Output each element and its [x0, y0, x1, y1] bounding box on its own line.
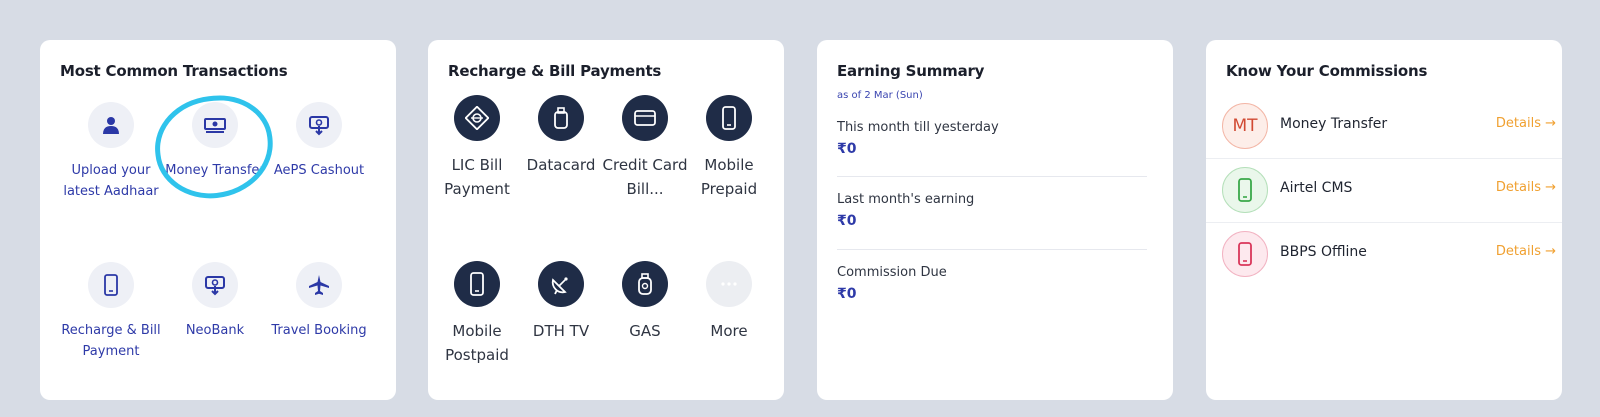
datacard-item[interactable]: Datacard — [518, 95, 604, 177]
card-title: Recharge & Bill Payments — [448, 62, 662, 80]
airplane-icon — [296, 262, 342, 308]
details-link[interactable]: Details → — [1496, 180, 1556, 195]
card-title: Know Your Commissions — [1226, 62, 1428, 80]
mobile-icon — [454, 261, 500, 307]
user-icon — [88, 102, 134, 148]
satellite-dish-icon — [538, 261, 584, 307]
commission-name: Airtel CMS — [1280, 180, 1353, 196]
mobile-icon — [1222, 231, 1268, 277]
neobank-label: NeoBank — [185, 323, 245, 338]
avatar: MT — [1222, 103, 1268, 149]
earning-summary-card: Earning Summary as of 2 Mar (Sun) This m… — [817, 40, 1173, 400]
earning-row-commission-due: Commission Due ₹0 — [837, 265, 1147, 302]
more-label: More — [710, 322, 748, 340]
commission-name: BBPS Offline — [1280, 244, 1367, 260]
lic-bill-payment-item[interactable]: LIC Bill Payment — [434, 95, 520, 201]
mobile-postpaid-item[interactable]: Mobile Postpaid — [434, 261, 520, 367]
aeps-cashout-item[interactable]: AePS Cashout — [264, 102, 374, 181]
earning-row-last-month: Last month's earning ₹0 — [837, 192, 1147, 229]
earning-label: Last month's earning — [837, 192, 975, 207]
gas-label: GAS — [629, 322, 661, 340]
card-title: Most Common Transactions — [60, 62, 288, 80]
more-item[interactable]: More — [686, 261, 772, 343]
datacard-icon — [538, 95, 584, 141]
earning-value: ₹0 — [837, 141, 857, 157]
cash-withdraw-icon — [296, 102, 342, 148]
earning-row-this-month: This month till yesterday ₹0 — [837, 120, 1147, 157]
upload-aadhaar-item[interactable]: Upload your latest Aadhaar — [56, 102, 166, 202]
upload-aadhaar-label: Upload your latest Aadhaar — [63, 163, 159, 199]
aeps-cashout-label: AePS Cashout — [273, 163, 365, 178]
know-your-commissions-card: Know Your Commissions MT Money Transfer … — [1206, 40, 1562, 400]
gas-cylinder-icon — [622, 261, 668, 307]
commission-row-money-transfer: MT Money Transfer Details → — [1206, 95, 1562, 159]
more-dots-icon — [706, 261, 752, 307]
mobile-postpaid-label: Mobile Postpaid — [445, 322, 509, 364]
credit-card-bill-item[interactable]: Credit Card Bill... — [602, 95, 688, 201]
neobank-item[interactable]: NeoBank — [160, 262, 270, 341]
earning-value: ₹0 — [837, 286, 857, 302]
recharge-bill-item[interactable]: Recharge & Bill Payment — [56, 262, 166, 362]
travel-booking-item[interactable]: Travel Booking — [264, 262, 374, 341]
commission-row-bbps-offline: BBPS Offline Details → — [1206, 223, 1562, 287]
credit-card-bill-label: Credit Card Bill... — [602, 156, 688, 198]
mobile-prepaid-item[interactable]: Mobile Prepaid — [686, 95, 772, 201]
earning-label: Commission Due — [837, 265, 947, 280]
datacard-label: Datacard — [526, 156, 596, 174]
lic-icon — [454, 95, 500, 141]
gas-item[interactable]: GAS — [602, 261, 688, 343]
details-link[interactable]: Details → — [1496, 116, 1556, 131]
dth-tv-label: DTH TV — [532, 322, 590, 340]
cash-withdraw-icon — [192, 262, 238, 308]
divider — [837, 249, 1147, 250]
as-of-date: as of 2 Mar (Sun) — [837, 90, 923, 101]
commission-row-airtel-cms: Airtel CMS Details → — [1206, 159, 1562, 223]
mobile-icon — [88, 262, 134, 308]
earning-value: ₹0 — [837, 213, 857, 229]
dth-tv-item[interactable]: DTH TV — [518, 261, 604, 343]
mobile-icon — [1222, 167, 1268, 213]
lic-bill-payment-label: LIC Bill Payment — [444, 156, 510, 198]
divider — [837, 176, 1147, 177]
commission-name: Money Transfer — [1280, 116, 1388, 132]
banknote-icon — [192, 102, 238, 148]
money-transfer-item[interactable]: Money Transfer — [160, 102, 270, 181]
card-title: Earning Summary — [837, 62, 985, 80]
most-common-transactions-card: Most Common Transactions Upload your lat… — [40, 40, 396, 400]
money-transfer-label: Money Transfer — [165, 163, 265, 178]
credit-card-icon — [622, 95, 668, 141]
mobile-icon — [706, 95, 752, 141]
recharge-bill-label: Recharge & Bill Payment — [61, 323, 161, 359]
travel-booking-label: Travel Booking — [271, 323, 367, 338]
mobile-prepaid-label: Mobile Prepaid — [700, 156, 758, 198]
earning-label: This month till yesterday — [837, 120, 999, 135]
details-link[interactable]: Details → — [1496, 244, 1556, 259]
recharge-bill-payments-card: Recharge & Bill Payments LIC Bill Paymen… — [428, 40, 784, 400]
